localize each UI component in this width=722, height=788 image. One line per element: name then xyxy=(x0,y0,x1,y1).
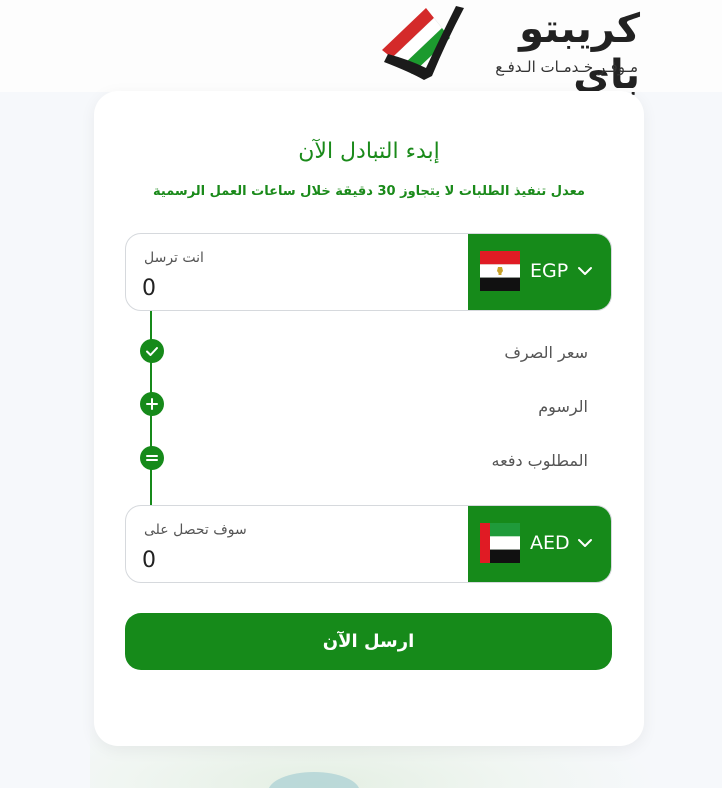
send-currency-code: EGP xyxy=(530,260,569,282)
exchange-card: إبدء التبادل الآن معدل تنفيذ الطلبات لا … xyxy=(94,91,644,746)
send-amount-box: انت ترسل EGP xyxy=(125,233,612,311)
receive-amount-label: سوف تحصل على xyxy=(144,522,247,538)
brand-name: كريبتو باي xyxy=(519,6,640,98)
send-currency-select[interactable]: EGP xyxy=(468,234,611,310)
chevron-down-icon xyxy=(578,267,592,275)
exchange-title: إبدء التبادل الآن xyxy=(298,139,440,164)
step-fees: الرسوم xyxy=(538,397,588,416)
send-now-button[interactable]: ارسل الآن xyxy=(125,613,612,670)
plus-icon xyxy=(140,392,164,416)
receive-amount-input[interactable] xyxy=(142,546,442,574)
receive-currency-code: AED xyxy=(530,532,570,554)
uae-flag-icon xyxy=(480,523,520,563)
send-amount-label: انت ترسل xyxy=(144,250,204,266)
logo-mark-icon xyxy=(382,6,464,80)
brand-logo[interactable]: كريبتو باي مـوفـر خـدمـات الـدفـع xyxy=(380,0,642,98)
check-icon xyxy=(140,339,164,363)
send-amount-input[interactable] xyxy=(142,274,442,302)
equals-icon xyxy=(140,446,164,470)
receive-amount-box: سوف تحصل على AED xyxy=(125,505,612,583)
receive-currency-select[interactable]: AED xyxy=(468,506,611,582)
step-amount-due: المطلوب دفعه xyxy=(491,451,588,470)
chevron-down-icon xyxy=(578,539,592,547)
step-exchange-rate: سعر الصرف xyxy=(504,343,588,362)
exchange-subtitle: معدل تنفيذ الطلبات لا يتجاوز 30 دقيقة خل… xyxy=(153,184,585,199)
egypt-flag-icon xyxy=(480,251,520,291)
brand-tagline: مـوفـر خـدمـات الـدفـع xyxy=(495,58,638,76)
